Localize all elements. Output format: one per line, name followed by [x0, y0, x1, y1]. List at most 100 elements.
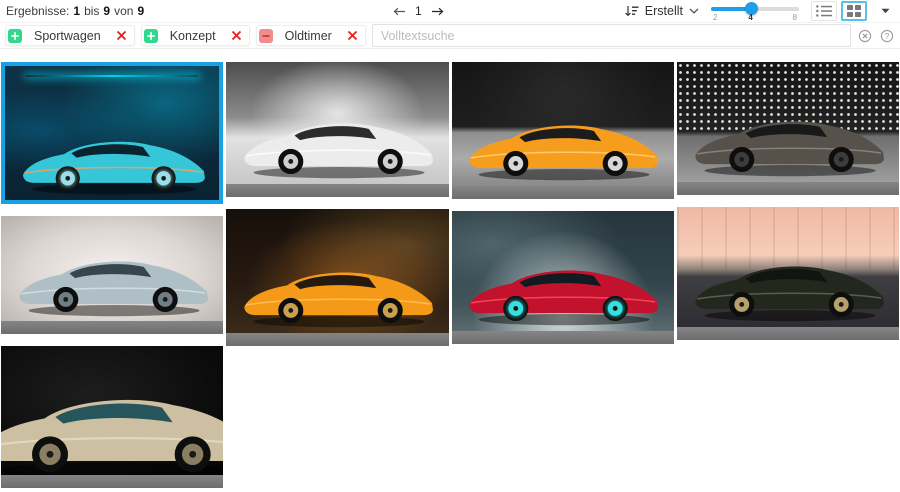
asset-thumbnail[interactable] — [677, 62, 899, 182]
sort-control[interactable]: Erstellt — [624, 4, 699, 18]
tile-caption-strip — [452, 331, 674, 344]
list-view-icon — [815, 4, 833, 18]
x-icon — [116, 30, 127, 41]
wheel-icon — [729, 147, 754, 172]
wheel-icon — [504, 296, 529, 321]
asset-manager-window: Ergebnisse: 1 bis 9 von 9 1 — [0, 0, 900, 492]
filter-chip-oldtimer: Oldtimer — [256, 25, 366, 46]
wheel-icon — [378, 298, 403, 323]
chip-label: Konzept — [158, 29, 231, 43]
wheel-icon — [151, 166, 175, 190]
help-button[interactable]: ? — [879, 29, 895, 43]
exclude-toggle-icon[interactable] — [259, 29, 273, 43]
asset-tile[interactable] — [1, 346, 223, 488]
asset-thumbnail[interactable] — [677, 207, 899, 327]
car-illustration — [14, 121, 211, 196]
car-illustration — [10, 240, 214, 318]
plus-icon — [10, 31, 20, 41]
chevron-down-icon — [689, 8, 699, 14]
wheel-icon — [55, 166, 79, 190]
asset-tile[interactable] — [1, 62, 223, 204]
asset-tile[interactable] — [226, 62, 448, 197]
circle-x-icon — [858, 29, 872, 43]
grid-view-icon — [846, 4, 862, 18]
grid-column-4 — [677, 62, 899, 340]
x-icon — [231, 30, 242, 41]
car-illustration — [686, 245, 890, 323]
asset-thumbnail[interactable] — [452, 211, 674, 331]
asset-tile[interactable] — [677, 62, 899, 195]
current-page: 1 — [415, 4, 422, 18]
prev-page-button[interactable] — [393, 7, 406, 16]
svg-text:?: ? — [885, 32, 890, 41]
results-total: 9 — [137, 4, 144, 18]
tile-caption-strip — [677, 182, 899, 195]
results-label: Ergebnisse: — [6, 4, 69, 18]
wheel-icon — [53, 287, 78, 312]
asset-thumbnail[interactable] — [452, 62, 674, 186]
thumbnail-size-slider[interactable]: 2 4 8 — [711, 2, 799, 22]
wheel-icon — [278, 149, 303, 174]
results-grid — [0, 49, 900, 488]
results-count: Ergebnisse: 1 bis 9 von 9 — [6, 4, 144, 18]
tile-caption-strip — [452, 186, 674, 199]
filter-bar: Sportwagen Konzept — [0, 23, 900, 49]
include-toggle-icon[interactable] — [144, 29, 158, 43]
wheel-icon — [153, 287, 178, 312]
view-toggle-group — [811, 1, 867, 21]
plus-icon — [146, 31, 156, 41]
remove-filter-button[interactable] — [231, 30, 249, 41]
view-options-caret[interactable] — [879, 8, 892, 14]
wheel-icon — [729, 292, 754, 317]
caret-down-icon — [881, 8, 890, 14]
tile-caption-strip — [1, 321, 223, 334]
grid-column-1 — [1, 62, 223, 488]
remove-filter-button[interactable] — [116, 30, 134, 41]
wheel-icon — [378, 149, 403, 174]
asset-thumbnail[interactable] — [226, 209, 448, 333]
car-illustration — [235, 102, 439, 180]
asset-tile[interactable] — [677, 207, 899, 340]
include-toggle-icon[interactable] — [8, 29, 22, 43]
clear-search-button[interactable] — [857, 29, 873, 43]
arrow-left-icon — [393, 7, 406, 16]
list-view-button[interactable] — [811, 1, 837, 21]
car-illustration — [460, 104, 664, 182]
car-illustration — [1, 369, 223, 475]
circle-question-icon: ? — [880, 29, 894, 43]
asset-tile[interactable] — [1, 216, 223, 334]
asset-thumbnail[interactable] — [1, 216, 223, 321]
sort-descending-icon — [624, 5, 639, 18]
car-illustration — [460, 249, 664, 327]
x-icon — [347, 30, 358, 41]
filter-chip-sportwagen: Sportwagen — [5, 25, 135, 46]
arrow-right-icon — [431, 7, 444, 16]
tile-caption-strip — [226, 333, 448, 346]
asset-thumbnail[interactable] — [1, 346, 223, 475]
asset-thumbnail[interactable] — [226, 62, 448, 184]
pagination: 1 — [393, 0, 444, 22]
wheel-icon — [504, 151, 529, 176]
chip-label: Oldtimer — [273, 29, 347, 43]
wheel-icon — [603, 151, 628, 176]
car-illustration — [235, 251, 439, 329]
wheel-icon — [32, 437, 68, 473]
car-illustration — [686, 100, 890, 178]
slider-track[interactable] — [711, 7, 799, 11]
chip-label: Sportwagen — [22, 29, 116, 43]
wheel-icon — [175, 437, 211, 473]
asset-thumbnail[interactable] — [1, 62, 223, 204]
sort-field-label: Erstellt — [645, 4, 683, 18]
next-page-button[interactable] — [431, 7, 444, 16]
wheel-icon — [828, 147, 853, 172]
grid-column-3 — [452, 62, 674, 344]
results-to: 9 — [103, 4, 110, 18]
grid-view-button[interactable] — [841, 1, 867, 21]
asset-tile[interactable] — [452, 211, 674, 344]
remove-filter-button[interactable] — [347, 30, 365, 41]
fulltext-search-input[interactable] — [372, 24, 851, 47]
asset-tile[interactable] — [226, 209, 448, 346]
tile-caption-strip — [226, 184, 448, 197]
asset-tile[interactable] — [452, 62, 674, 199]
tile-caption-strip — [1, 475, 223, 488]
